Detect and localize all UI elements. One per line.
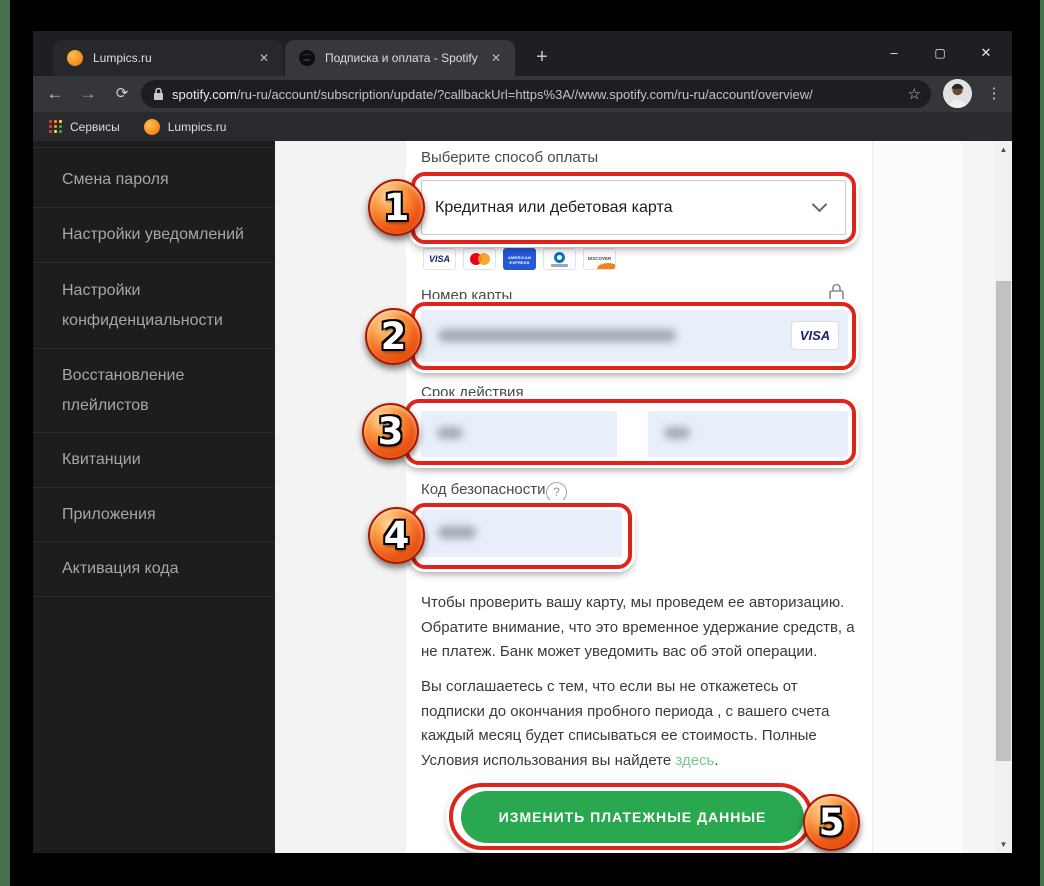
masked-card-number — [438, 329, 676, 342]
address-bar[interactable]: spotify.com/ru-ru/account/subscription/u… — [141, 80, 931, 108]
tab-lumpics[interactable]: Lumpics.ru ✕ — [53, 40, 283, 76]
browser-menu-icon[interactable]: ⋮ — [983, 81, 1005, 107]
sidebar-item-receipts[interactable]: Квитанции — [33, 433, 275, 488]
secure-lock-icon — [828, 282, 845, 303]
bookmark-services[interactable]: Сервисы — [49, 120, 120, 134]
bookmark-lumpics[interactable]: Lumpics.ru — [144, 119, 227, 135]
security-code-help-icon[interactable]: ? — [546, 482, 567, 503]
card-number-input[interactable]: VISA — [421, 310, 848, 362]
masked-expiry-year — [664, 427, 690, 439]
url-text: spotify.com/ru-ru/account/subscription/u… — [172, 87, 908, 102]
window-maximize-button[interactable]: ▢ — [917, 31, 963, 75]
page-scrollbar[interactable]: ▲ ▼ — [995, 141, 1012, 853]
spotify-favicon-icon — [299, 50, 315, 66]
browser-window: Lumpics.ru ✕ Подписка и оплата - Spotify… — [33, 31, 1012, 853]
sidebar-item-notification-settings[interactable]: Настройки уведомлений — [33, 208, 275, 263]
diners-card-icon — [543, 248, 576, 270]
scrollbar-thumb[interactable] — [996, 281, 1011, 761]
window-close-button[interactable]: ✕ — [963, 31, 1009, 75]
payment-method-label: Выберите способ оплаты — [421, 149, 598, 166]
sidebar-item-label: Восстановление плейлистов — [62, 361, 251, 421]
tab-title: Lumpics.ru — [93, 51, 255, 65]
browser-toolbar: ← → ⟳ spotify.com/ru-ru/account/subscrip… — [33, 76, 1012, 112]
right-pane — [874, 141, 962, 853]
change-payment-data-button[interactable]: ИЗМЕНИТЬ ПЛАТЕЖНЫЕ ДАННЫЕ — [461, 791, 804, 843]
masked-expiry-month — [437, 427, 463, 439]
mastercard-card-icon — [463, 248, 496, 270]
terms-link[interactable]: здесь — [675, 752, 714, 769]
tab-title: Подписка и оплата - Spotify — [325, 51, 487, 65]
scrollbar-up-icon[interactable]: ▲ — [995, 141, 1012, 158]
url-path: /ru-ru/account/subscription/update/?call… — [237, 87, 813, 102]
sidebar-item-label: Активация кода — [62, 554, 179, 584]
amex-text: EXPRESS — [509, 260, 529, 265]
tab-close-icon[interactable]: ✕ — [255, 49, 273, 67]
profile-avatar[interactable] — [943, 79, 972, 108]
https-lock-icon — [153, 87, 164, 101]
tab-spotify-active[interactable]: Подписка и оплата - Spotify ✕ — [285, 40, 515, 76]
discover-text: DISCOVER — [588, 256, 612, 261]
forward-button[interactable]: → — [75, 81, 101, 107]
desktop-edge-right — [1040, 0, 1044, 886]
sidebar-item-apps[interactable]: Приложения — [33, 488, 275, 542]
avatar-image — [943, 79, 972, 108]
authorization-note: Чтобы проверить вашу карту, мы проведем … — [421, 591, 862, 665]
sidebar-item-label: Настройки конфиденциальности — [62, 276, 251, 336]
bookmark-star-icon[interactable]: ☆ — [908, 85, 921, 103]
expiry-month-input[interactable] — [421, 411, 617, 457]
right-pane-edge — [962, 141, 995, 853]
accepted-cards-row: VISA AMERICANEXPRESS DISCOVER — [423, 248, 616, 270]
sidebar-item-label: Приложения — [62, 500, 156, 530]
desktop-edge-left — [0, 0, 10, 886]
amex-card-icon: AMERICANEXPRESS — [503, 248, 536, 270]
url-domain: spotify.com — [172, 87, 237, 102]
lumpics-favicon-icon — [144, 119, 160, 135]
terms-text: Вы соглашаетесь с тем, что если вы не от… — [421, 678, 829, 769]
sidebar-divider — [33, 147, 275, 148]
sidebar-item-code-activation[interactable]: Активация кода — [33, 542, 275, 597]
bookmarks-bar: Сервисы Lumpics.ru — [33, 112, 1012, 141]
sidebar-item-label: Смена пароля — [62, 165, 169, 195]
visa-card-icon: VISA — [423, 248, 456, 270]
sidebar-item-label: Настройки уведомлений — [62, 220, 244, 250]
tab-strip: Lumpics.ru ✕ Подписка и оплата - Spotify… — [33, 31, 1012, 76]
page-content: Смена пароля Настройки уведомлений Настр… — [33, 141, 1012, 853]
sidebar-item-privacy-settings[interactable]: Настройки конфиденциальности — [33, 263, 275, 349]
expiry-label: Срок действия — [421, 384, 524, 401]
desktop-stage: Lumpics.ru ✕ Подписка и оплата - Spotify… — [0, 0, 1044, 886]
card-number-label: Номер карты — [421, 287, 512, 304]
services-grid-icon — [49, 120, 62, 133]
reload-button[interactable]: ⟳ — [109, 81, 135, 107]
bookmark-label: Lumpics.ru — [168, 120, 227, 134]
scrollbar-down-icon[interactable]: ▼ — [995, 836, 1012, 853]
terms-text-period: . — [714, 752, 718, 769]
window-minimize-button[interactable]: – — [871, 31, 917, 75]
payment-method-value: Кредитная или дебетовая карта — [435, 199, 814, 217]
expiry-year-input[interactable] — [648, 411, 848, 457]
sidebar-item-label: Квитанции — [62, 445, 141, 475]
masked-security-code — [438, 526, 476, 539]
visa-brand-badge: VISA — [791, 321, 839, 350]
discover-card-icon: DISCOVER — [583, 248, 616, 270]
sidebar-item-password-change[interactable]: Смена пароля — [33, 153, 275, 208]
chevron-down-icon — [812, 197, 828, 213]
tab-close-icon[interactable]: ✕ — [487, 49, 505, 67]
back-button[interactable]: ← — [42, 81, 68, 107]
terms-note: Вы соглашаетесь с тем, что если вы не от… — [421, 675, 862, 773]
lumpics-favicon-icon — [67, 50, 83, 66]
security-code-input[interactable] — [421, 509, 622, 557]
payment-method-select[interactable]: Кредитная или дебетовая карта — [421, 180, 846, 235]
new-tab-button[interactable]: + — [528, 43, 556, 71]
security-code-label: Код безопасности — [421, 481, 546, 498]
bookmark-label: Сервисы — [70, 120, 120, 134]
account-sidebar: Смена пароля Настройки уведомлений Настр… — [33, 141, 275, 853]
content-gutter — [275, 141, 406, 853]
sidebar-item-playlist-recovery[interactable]: Восстановление плейлистов — [33, 349, 275, 433]
